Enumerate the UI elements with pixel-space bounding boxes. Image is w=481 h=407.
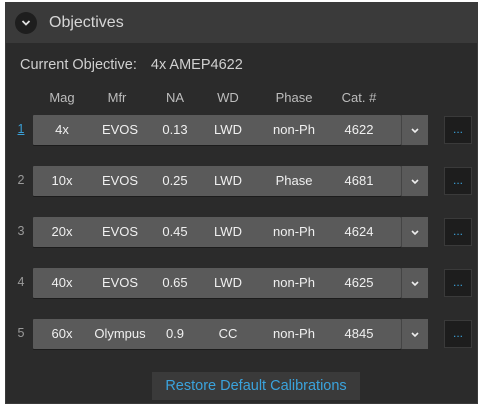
current-objective-label: Current Objective: — [20, 57, 137, 73]
column-header-mfr: Mfr — [107, 90, 127, 105]
objective-select[interactable]: 20x EVOS 0.45 LWD non-Ph 4624 — [33, 217, 401, 247]
dropdown-button[interactable] — [401, 166, 428, 196]
row-number[interactable]: 2 — [14, 173, 28, 187]
objective-row: 4 40x EVOS 0.65 LWD non-Ph 4625... — [6, 268, 477, 298]
chevron-down-icon — [410, 223, 420, 241]
cell-mag: 4x — [55, 122, 69, 137]
cell-cat: 4845 — [344, 326, 374, 341]
current-objective-value: 4x AMEP4622 — [150, 57, 243, 73]
cell-phase: non-Ph — [273, 275, 315, 290]
cell-mfr: EVOS — [101, 122, 139, 137]
cell-phase: non-Ph — [273, 326, 315, 341]
dropdown-button[interactable] — [401, 217, 428, 247]
cell-mag: 10x — [51, 173, 73, 188]
row-number[interactable]: 4 — [14, 275, 28, 289]
cell-na: 0.45 — [162, 224, 188, 239]
cell-wd: LWD — [214, 275, 242, 290]
column-header-na: NA — [165, 90, 185, 105]
cell-cat: 4681 — [344, 173, 374, 188]
column-header-wd: WD — [217, 90, 239, 105]
dropdown-button[interactable] — [401, 319, 428, 349]
chevron-down-icon — [410, 274, 420, 292]
cell-mag: 20x — [51, 224, 73, 239]
objective-select[interactable]: 4x EVOS 0.13 LWD non-Ph 4622 — [33, 115, 401, 145]
cell-phase: Phase — [275, 173, 313, 188]
objective-row: 5 60x Olympus 0.9 CC non-Ph 4845... — [6, 319, 477, 349]
chevron-down-icon — [410, 325, 420, 343]
objective-select[interactable]: 10x EVOS 0.25 LWD Phase 4681 — [33, 166, 401, 196]
cell-mfr: EVOS — [101, 224, 139, 239]
table-header: Mag Mfr NA WD Phase Cat. # — [6, 90, 477, 108]
row-number[interactable]: 1 — [14, 122, 28, 136]
column-header-cat: Cat. # — [341, 90, 377, 105]
chevron-down-icon — [410, 121, 420, 139]
cell-mfr: EVOS — [101, 275, 139, 290]
current-objective: Current Objective: 4x AMEP4622 — [20, 57, 243, 73]
cell-na: 0.13 — [162, 122, 188, 137]
cell-cat: 4622 — [344, 122, 374, 137]
cell-na: 0.9 — [165, 326, 185, 341]
cell-cat: 4624 — [344, 224, 374, 239]
cell-mag: 60x — [51, 326, 73, 341]
row-number[interactable]: 3 — [14, 224, 28, 238]
dropdown-button[interactable] — [401, 115, 428, 145]
cell-wd: CC — [218, 326, 238, 341]
row-number[interactable]: 5 — [14, 326, 28, 340]
objective-row: 3 20x EVOS 0.45 LWD non-Ph 4624... — [6, 217, 477, 247]
chevron-down-icon — [21, 14, 31, 32]
cell-phase: non-Ph — [273, 224, 315, 239]
cell-na: 0.65 — [162, 275, 188, 290]
objective-select[interactable]: 40x EVOS 0.65 LWD non-Ph 4625 — [33, 268, 401, 298]
more-options-button[interactable]: ... — [444, 167, 472, 195]
dropdown-button[interactable] — [401, 268, 428, 298]
objectives-panel: Objectives Current Objective: 4x AMEP462… — [5, 2, 478, 404]
chevron-down-icon — [410, 172, 420, 190]
cell-mfr: Olympus — [94, 326, 146, 341]
cell-wd: LWD — [214, 122, 242, 137]
panel-header: Objectives — [6, 3, 477, 43]
objective-row: 2 10x EVOS 0.25 LWD Phase 4681... — [6, 166, 477, 196]
more-options-button[interactable]: ... — [444, 320, 472, 348]
restore-default-calibrations-button[interactable]: Restore Default Calibrations — [152, 372, 360, 400]
column-header-phase: Phase — [275, 90, 313, 105]
cell-phase: non-Ph — [273, 122, 315, 137]
cell-cat: 4625 — [344, 275, 374, 290]
cell-mfr: EVOS — [101, 173, 139, 188]
cell-wd: LWD — [214, 173, 242, 188]
panel-title: Objectives — [49, 14, 124, 31]
cell-wd: LWD — [214, 224, 242, 239]
cell-mag: 40x — [51, 275, 73, 290]
collapse-button[interactable] — [15, 12, 37, 34]
more-options-button[interactable]: ... — [444, 269, 472, 297]
column-header-mag: Mag — [49, 90, 75, 105]
objective-row: 1 4x EVOS 0.13 LWD non-Ph 4622... — [6, 115, 477, 145]
objective-select[interactable]: 60x Olympus 0.9 CC non-Ph 4845 — [33, 319, 401, 349]
more-options-button[interactable]: ... — [444, 116, 472, 144]
more-options-button[interactable]: ... — [444, 218, 472, 246]
cell-na: 0.25 — [162, 173, 188, 188]
